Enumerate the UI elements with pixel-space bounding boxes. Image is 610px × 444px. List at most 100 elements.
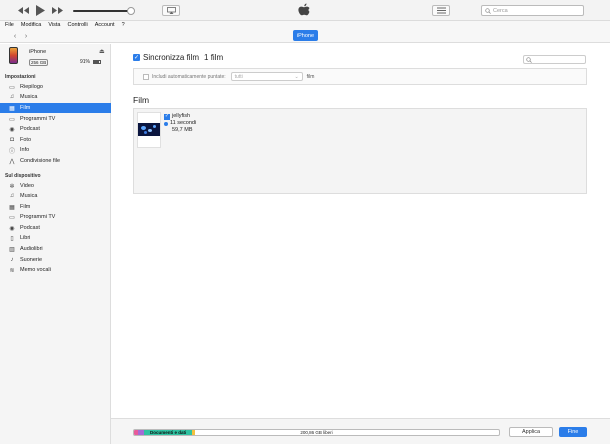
sidebar-item-label: Programmi TV [20,214,56,220]
battery-icon [93,60,101,64]
settings-header: Impostazioni [5,74,36,80]
gear-video-icon: ✲ [9,183,15,190]
sidebar-item-podcast[interactable]: ◉ Podcast [0,124,111,134]
sidebar-item-music[interactable]: ♫ Musica [0,92,111,102]
sidebar-item-label: Film [20,105,31,111]
film-icon: ▦ [9,105,15,112]
camera-icon: ◘ [10,137,14,143]
auto-include-label: Includi automaticamente puntate: [152,73,226,80]
sidebar-item-label: Film [20,204,31,210]
sidebar-item-label: Audiolibri [20,246,43,252]
sidebar-item-device-video[interactable]: ✲ Video [0,181,111,191]
auto-include-suffix: film [306,73,315,80]
sidebar-item-summary[interactable]: ▭ Riepilogo [0,82,111,92]
back-button[interactable]: ‹ [10,32,20,41]
eject-icon[interactable]: ⏏ [99,48,105,55]
list-view-button[interactable] [432,5,450,16]
bottom-bar: Documenti e dati 200,86 GB liberi Applic… [111,418,610,444]
movie-checkbox[interactable]: ✓ [164,113,170,120]
apple-logo-icon [297,3,311,18]
sidebar-item-info[interactable]: ⓘ Info [0,145,111,155]
sidebar-item-label: Memo vocali [20,267,51,273]
sidebar-item-label: Podcast [20,225,40,231]
tv-icon: ▭ [9,116,15,123]
rewind-button[interactable] [17,4,30,17]
play-icon [36,5,45,16]
movie-thumbnail[interactable] [137,112,161,148]
play-button[interactable] [34,4,47,17]
menu-view[interactable]: Vista [48,22,60,28]
auto-include-checkbox[interactable] [143,73,149,80]
podcast-icon: ◉ [9,126,15,133]
auto-include-select[interactable]: tutti ⌄ [230,72,303,81]
info-icon: ⓘ [8,148,15,155]
storage-free-label: 200,86 GB liberi [300,430,333,435]
sidebar-item-device-ringtones[interactable]: ♪ Suonerie [0,255,111,265]
podcast-icon: ◉ [9,225,15,232]
menu-controls[interactable]: Controlli [68,22,88,28]
device-header[interactable]: iPhone ⏏ 256 GB 91% [0,44,111,70]
menu-account[interactable]: Account [95,22,115,28]
movies-search-input[interactable] [523,55,586,64]
sync-movies-checkbox[interactable]: ✓ [133,54,140,61]
sync-movies-label: Sincronizza film [143,53,200,62]
apply-button[interactable]: Applica [509,427,553,437]
sidebar: iPhone ⏏ 256 GB 91% Impostazioni ▭ Riepi… [0,44,111,444]
movie-info: ✓ jellyfish 11 secondi 59,7 MB [164,113,196,134]
airplay-icon [166,7,176,14]
volume-slider[interactable] [73,10,131,12]
sidebar-item-label: Video [20,183,34,189]
done-button[interactable]: Fine [559,427,587,437]
tv-icon: ▭ [9,214,15,221]
search-placeholder: Cerca [493,7,508,14]
airplay-button[interactable] [162,5,180,16]
sidebar-item-photos[interactable]: ◘ Foto [0,135,111,145]
sidebar-item-device-tv-shows[interactable]: ▭ Programmi TV [0,212,111,222]
sidebar-item-device-audiobooks[interactable]: ▥ Audiolibri [0,244,111,254]
sidebar-item-label: Musica [20,94,38,100]
list-icon [436,7,446,14]
rewind-icon [18,7,29,14]
sidebar-item-label: Suonerie [20,257,43,263]
sidebar-item-device-movies[interactable]: ▦ Film [0,202,111,212]
unwatched-dot-icon [164,121,168,126]
volume-slider-thumb[interactable] [127,7,135,15]
sidebar-item-tv-shows[interactable]: ▭ Programmi TV [0,114,111,124]
auto-include-row: Includi automaticamente puntate: tutti ⌄… [133,68,587,85]
sidebar-item-device-books[interactable]: ▯ Libri [0,233,111,243]
music-note-icon: ♫ [9,94,15,100]
forward-button[interactable]: › [21,32,31,41]
iphone-icon [9,47,18,64]
chevron-down-icon: ⌄ [294,73,299,80]
chevron-left-icon: ‹ [13,33,17,40]
menu-edit[interactable]: Modifica [21,22,41,28]
storage-bar: Documenti e dati 200,86 GB liberi [133,429,500,436]
sidebar-item-label: Programmi TV [20,116,56,122]
movie-title: jellyfish [172,113,191,119]
menu-file[interactable]: File [5,22,14,28]
on-device-header: Sul dispositivo [5,173,41,179]
sidebar-item-movies[interactable]: ▦ Film [0,103,111,113]
audiobook-icon: ▥ [9,246,15,253]
music-note-icon: ♫ [9,193,15,199]
film-icon: ▦ [9,204,15,211]
sidebar-item-label: Info [20,147,30,153]
voice-memo-icon: ≋ [9,267,15,274]
nav-bar: ‹ › iPhone [0,29,610,43]
sync-movies-count: 1 film [204,53,224,62]
sidebar-item-device-voice-memos[interactable]: ≋ Memo vocali [0,265,111,275]
device-button[interactable]: iPhone [293,30,318,41]
menu-help[interactable]: ? [122,22,125,28]
fast-forward-button[interactable] [51,4,64,17]
chevron-right-icon: › [24,33,28,40]
search-input[interactable]: Cerca [481,5,584,16]
sidebar-item-device-music[interactable]: ♫ Musica [0,191,111,201]
sidebar-item-label: Foto [20,137,32,143]
sidebar-item-file-sharing[interactable]: ⋀ Condivisione file [0,156,111,166]
movie-size: 59,7 MB [172,127,193,133]
sidebar-item-device-podcast[interactable]: ◉ Podcast [0,223,111,233]
summary-icon: ▭ [9,84,15,91]
sync-movies-row: ✓ Sincronizza film 1 film [133,53,223,62]
toolbar: Cerca [0,0,610,21]
section-title: Film [133,95,150,105]
